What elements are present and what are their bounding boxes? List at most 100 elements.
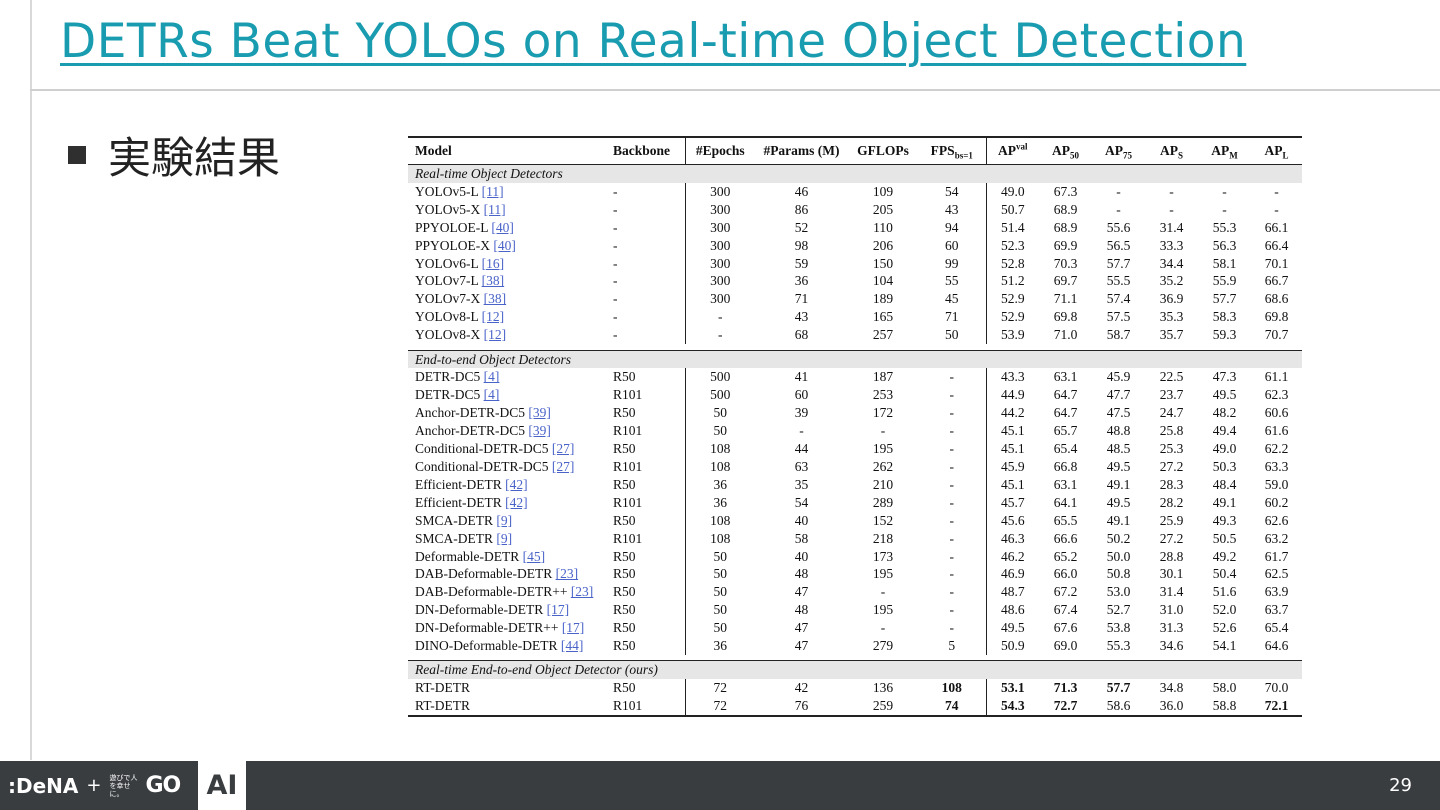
citation-link[interactable]: [9] — [496, 531, 512, 546]
model-name: DAB-Deformable-DETR++ — [415, 584, 568, 600]
cell-apl: - — [1274, 201, 1279, 217]
citation-link[interactable]: [11] — [482, 184, 504, 199]
citation-link[interactable]: [27] — [552, 441, 575, 456]
cell-aps: 27.2 — [1159, 530, 1184, 546]
table-row: DETR-DC5 [4] R101 500 60 253-44.9 64.7 47.7 23.… — [408, 386, 1302, 405]
citation-link[interactable]: [9] — [496, 513, 512, 528]
cell-fps: 43 — [918, 200, 987, 219]
col-header-model: Model — [408, 136, 611, 165]
model-name: Efficient-DETR — [415, 494, 502, 510]
cell-model: Anchor-DETR-DC5 [39] — [408, 422, 611, 440]
bullet-item: 実験結果 — [68, 124, 280, 186]
cell-fps: - — [918, 529, 987, 548]
cell-gflops: 210 — [872, 476, 894, 492]
cell-backbone: - — [611, 254, 686, 273]
citation-link[interactable]: [23] — [556, 566, 579, 581]
cell-epochs: 300 — [710, 255, 731, 271]
cell-aps: 36.9 — [1159, 291, 1184, 307]
cell-ap50: 69.0 — [1053, 638, 1078, 654]
cell-gflops: 253 — [872, 387, 894, 403]
cell-ap: 45.1 — [1000, 441, 1025, 457]
cell-epochs: 50 — [713, 548, 728, 564]
table-row: DAB-Deformable-DETR [23] R50 50 48 195-46.9 6… — [408, 565, 1302, 584]
citation-link[interactable]: [42] — [505, 495, 528, 510]
model-name: DAB-Deformable-DETR — [415, 566, 553, 582]
cell-model: Anchor-DETR-DC5 [39] — [408, 404, 611, 422]
cell-apm: 48.2 — [1212, 405, 1237, 421]
cell-model: DETR-DC5 [4] — [408, 386, 611, 404]
cell-params: 86 — [794, 201, 809, 217]
model-name: YOLOv8-X — [415, 327, 481, 343]
model-name: Anchor-DETR-DC5 — [415, 423, 525, 439]
model-name: PPYOLOE-X — [415, 237, 491, 253]
citation-link[interactable]: [4] — [484, 387, 500, 402]
cell-epochs: 50 — [713, 602, 728, 618]
cell-ap50: 64.7 — [1053, 405, 1078, 421]
table-row: YOLOv6-L [16] -300 59 150 99 52.8 70.3 57.7 34.4… — [408, 254, 1302, 273]
cell-apl: 61.7 — [1264, 548, 1289, 564]
cell-ap: 46.3 — [1000, 530, 1025, 546]
cell-apm: 58.0 — [1212, 680, 1237, 696]
cell-apm: 51.6 — [1212, 584, 1237, 600]
citation-link[interactable]: [12] — [482, 309, 505, 324]
cell-ap: 51.4 — [1000, 219, 1025, 235]
cell-ap75: 48.8 — [1106, 423, 1131, 439]
citation-link[interactable]: [42] — [505, 477, 528, 492]
citation-link[interactable]: [17] — [547, 602, 570, 617]
cell-apm: 49.3 — [1212, 512, 1237, 528]
citation-link[interactable]: [40] — [491, 220, 514, 235]
cell-epochs: 50 — [713, 566, 728, 582]
citation-link[interactable]: [39] — [528, 423, 551, 438]
citation-link[interactable]: [17] — [562, 620, 585, 635]
citation-link[interactable]: [4] — [484, 369, 500, 384]
table-row: YOLOv7-X [38] -300 71 189 45 52.9 71.1 57.4 36.9… — [408, 290, 1302, 309]
cell-model: YOLOv6-L [16] — [408, 255, 611, 273]
cell-fps: - — [918, 404, 987, 423]
cell-apm: 55.3 — [1212, 219, 1237, 235]
cell-ap75: 57.5 — [1106, 309, 1131, 325]
citation-link[interactable]: [16] — [482, 256, 505, 271]
citation-link[interactable]: [44] — [561, 638, 584, 653]
cell-aps: 35.3 — [1159, 309, 1184, 325]
cell-apl: 62.5 — [1264, 566, 1289, 582]
go-logo: GO — [145, 773, 181, 798]
cell-fps: 5 — [918, 637, 987, 655]
cell-ap50: 64.7 — [1053, 387, 1078, 403]
citation-link[interactable]: [40] — [493, 238, 516, 253]
citation-link[interactable]: [11] — [484, 202, 506, 217]
cell-ap: 52.8 — [1000, 255, 1025, 271]
citation-link[interactable]: [27] — [552, 459, 575, 474]
cell-apl: 70.7 — [1264, 327, 1289, 343]
cell-epochs: 108 — [710, 530, 731, 546]
cell-epochs: 72 — [713, 680, 728, 696]
cell-backbone: R101 — [611, 386, 686, 405]
cell-backbone: R101 — [611, 529, 686, 548]
cell-params: 63 — [794, 459, 809, 474]
citation-link[interactable]: [12] — [484, 327, 507, 342]
cell-apm: 52.6 — [1212, 620, 1237, 636]
table-row: YOLOv5-X [11] -300 86 205 43 50.7 68.9- - - - — [408, 200, 1302, 219]
cell-apl: 68.6 — [1264, 291, 1289, 307]
cell-apm: 47.3 — [1212, 369, 1237, 385]
citation-link[interactable]: [23] — [571, 584, 594, 599]
cell-apl: 72.1 — [1251, 697, 1302, 718]
cell-aps: 23.7 — [1159, 387, 1184, 403]
citation-link[interactable]: [45] — [523, 549, 546, 564]
model-name: YOLOv7-L — [415, 273, 479, 289]
model-name: YOLOv7-X — [415, 291, 481, 307]
cell-ap50: 63.1 — [1053, 369, 1078, 385]
cell-epochs: 72 — [685, 697, 755, 718]
cell-epochs: 108 — [710, 512, 731, 528]
section-title: Real-time Object Detectors — [408, 164, 1302, 183]
table-row: YOLOv8-L [12] - -43 165 71 52.9 69.8 57.5 35.3 58… — [408, 308, 1302, 327]
cell-backbone: R50 — [611, 368, 686, 387]
cell-model: DN-Deformable-DETR [17] — [408, 601, 611, 619]
citation-link[interactable]: [39] — [528, 405, 551, 420]
cell-apm: 58.3 — [1212, 309, 1237, 325]
citation-link[interactable]: [38] — [484, 291, 507, 306]
cell-model: DINO-Deformable-DETR [44] — [408, 637, 611, 655]
cell-fps: - — [918, 458, 987, 476]
cell-aps: 31.4 — [1159, 219, 1184, 235]
citation-link[interactable]: [38] — [482, 273, 505, 288]
cell-ap50: 67.3 — [1053, 183, 1078, 199]
